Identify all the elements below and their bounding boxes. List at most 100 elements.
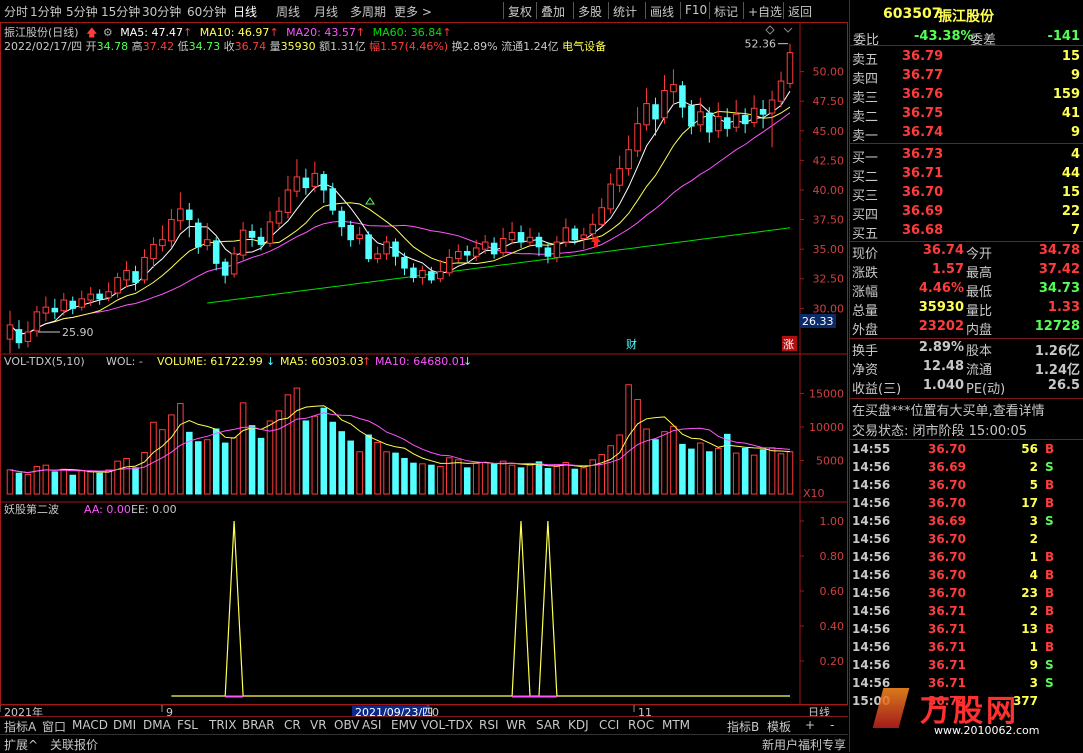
indicator-tab[interactable]: CCI [599,718,619,732]
tick-volume: 4 [1029,568,1038,582]
volume-bar [768,447,776,495]
indicator-tab[interactable]: EMV [391,718,417,732]
period-tab[interactable]: 月线 [314,3,338,20]
indicator-tab[interactable]: 窗口 [42,718,66,735]
toolbar-action[interactable]: 标记 [714,3,738,20]
tick-direction: B [1045,496,1055,510]
stat-value: 2.89% [918,340,964,355]
indicator-tab[interactable]: RSI [479,718,499,732]
period-tab[interactable]: 15分钟 [101,3,140,20]
stat-row: 外盘 23202 内盘 12728 [850,319,1083,338]
price-axis-label: 47.50 [813,95,845,108]
big-order-notice[interactable]: 在买盘***位置有大买单,查看详情 [850,400,1083,419]
period-tab[interactable]: 5分钟 [66,3,98,20]
volume-bar [392,452,399,495]
toolbar-action[interactable]: 复权 [508,3,532,20]
trade-status-text: 交易状态: 闭市阶段 15:00:05 [852,424,1028,439]
candle-body [159,239,166,247]
volume-bar [311,415,319,495]
related-quote-button[interactable]: 关联报价 [50,736,98,753]
ask-volume: 15 [1061,49,1080,64]
indicator-tab[interactable]: KDJ [568,718,589,732]
indicator-tab[interactable]: DMA [143,718,171,732]
indicator-tab[interactable]: OBV [334,718,360,732]
volume-axis-label: 10000 [809,421,844,434]
candle-body [679,85,686,108]
volume-bar [105,469,112,495]
indicator-tab[interactable]: VOL-TDX [421,718,473,732]
indicator-tab[interactable]: CR [284,718,301,732]
period-tab[interactable]: 分时 [4,3,28,20]
bid-row[interactable]: 买五 36.68 7 [850,223,1083,242]
candle-body [212,240,220,264]
panel-divider [850,338,1083,339]
volume-bar [670,425,677,495]
indicator-tab[interactable]: WR [506,718,526,732]
month-label: 11 [638,706,652,716]
toolbar-action[interactable]: F10 [685,3,707,17]
indicator-tab[interactable]: + [805,718,815,732]
toolbar-action[interactable]: +自选 [748,3,782,20]
signal-line [171,520,790,697]
candle-body [239,229,247,256]
candle-body [517,232,525,243]
promo-link[interactable]: 新用户福利专享 [762,736,846,753]
ask-row[interactable]: 卖四 36.77 9 [850,68,1083,87]
period-toolbar: 分时 1分钟 5分钟 15分钟 30分钟 60分钟 日线 周线 月线 多周期 更多 > 复权 叠加 多股统… [0,0,848,23]
indicator-tab[interactable]: - [830,718,834,732]
period-tab[interactable]: 更多 > [394,3,432,20]
candle-body [625,149,632,170]
quote-panel: 603507 振江股份 委比 -43.38% 委差 -141 卖五 36.79 15… [849,0,1083,752]
period-tab[interactable]: 1分钟 [30,3,62,20]
indicator-tab[interactable]: FSL [177,718,198,732]
indicator-tab[interactable]: 模板 [767,718,791,735]
bid-row[interactable]: 买四 36.69 22 [850,204,1083,223]
cursor-date: 2021/09/23/四 [355,706,433,716]
bid-row[interactable]: 买一 36.73 4 [850,147,1083,166]
indicator-tab[interactable]: TRIX [209,718,236,732]
bid-row[interactable]: 买三 36.70 15 [850,185,1083,204]
tick-time: 14:56 [852,658,891,672]
period-tab[interactable]: 多周期 [350,3,386,20]
candle-body [634,123,641,152]
toolbar-action[interactable]: 统计 [613,3,637,20]
indicator-tab[interactable]: SAR [536,718,560,732]
volume-bar [96,472,103,495]
tick-time: 14:56 [852,586,891,600]
ask-row[interactable]: 卖二 36.75 41 [850,106,1083,125]
indicator-tab[interactable]: MTM [662,718,690,732]
period-tab[interactable]: 60分钟 [187,3,226,20]
ask-row[interactable]: 卖三 36.76 159 [850,87,1083,106]
indicator-tab[interactable]: MACD [72,718,108,732]
ask-row[interactable]: 卖五 36.79 15 [850,49,1083,68]
expand-button[interactable]: 扩展^ [4,736,38,753]
candle-body [714,116,722,132]
volume-bar [374,441,381,495]
bid-label: 买三 [852,189,879,204]
toolbar-action[interactable]: 返回 [788,3,812,20]
indicator-tab[interactable]: ROC [628,718,654,732]
ma60-line [207,227,791,304]
candle-body [266,221,274,244]
year-label: 2021年 [4,705,43,716]
toolbar-divider [503,2,504,19]
ask-row[interactable]: 卖一 36.74 9 [850,125,1083,144]
indicator-tab[interactable]: 指标B [727,718,759,735]
indicator-tab[interactable]: DMI [113,718,136,732]
candle-body [132,271,139,283]
toolbar-action[interactable]: 画线 [650,3,674,20]
candle-body [6,324,14,340]
period-tab[interactable]: 日线 [233,3,257,20]
kline-chart-area[interactable]: 50.00 47.50 45.00 42.50 40.00 37.50 35.00 32.50… [0,22,848,716]
toolbar-action[interactable]: 多股 [578,3,602,20]
period-tab[interactable]: 周线 [276,3,300,20]
indicator-tab[interactable]: 指标A [4,718,36,735]
bid-row[interactable]: 买二 36.71 44 [850,166,1083,185]
toolbar-action[interactable]: 叠加 [541,3,565,20]
high-marker: 52.36 [745,38,777,51]
wol-value: WOL: - [106,355,143,368]
indicator-tab[interactable]: ASI [362,718,381,732]
indicator-tab[interactable]: VR [310,718,327,732]
indicator-tab[interactable]: BRAR [242,718,275,732]
period-tab[interactable]: 30分钟 [142,3,181,20]
